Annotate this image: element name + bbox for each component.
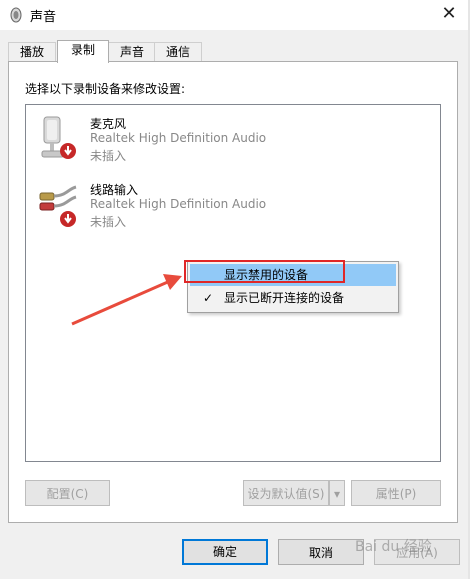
watermark: Bai du 经验 <box>355 539 432 555</box>
annotation-arrow-icon <box>71 274 182 326</box>
